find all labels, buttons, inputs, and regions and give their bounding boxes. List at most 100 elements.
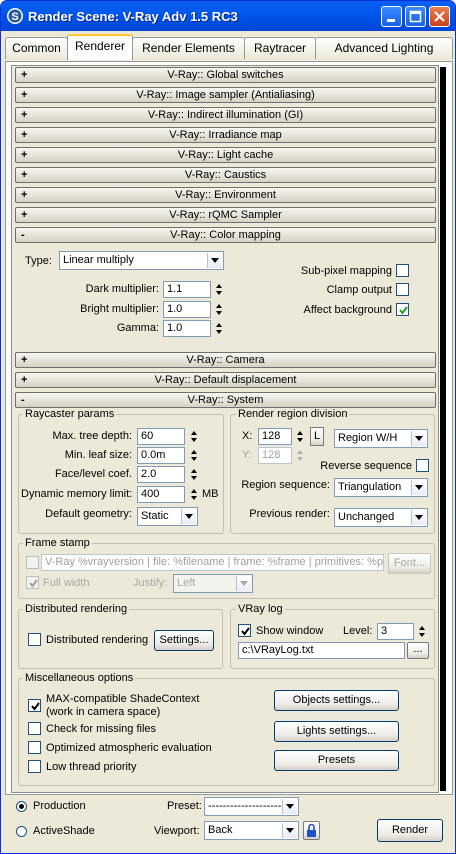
clamp-output-label: Clamp output <box>326 284 392 296</box>
max-tree-depth-label: Max. tree depth: <box>52 430 133 442</box>
rollout-irradiance-map[interactable]: + V-Ray:: Irradiance map <box>15 127 436 143</box>
render-button[interactable]: Render <box>377 819 443 842</box>
log-path-input[interactable]: c:\VRayLog.txt <box>238 642 405 659</box>
previous-render-label: Previous render: <box>249 508 330 520</box>
presets-button[interactable]: Presets <box>274 750 399 771</box>
rollout-camera[interactable]: + V-Ray:: Camera <box>15 352 436 368</box>
region-sequence-label: Region sequence: <box>241 479 330 491</box>
checkmark-icon <box>241 627 250 636</box>
log-browse-button[interactable]: ... <box>407 642 429 659</box>
region-x-spinner[interactable] <box>295 428 305 445</box>
rollout-environment[interactable]: + V-Ray:: Environment <box>15 187 436 203</box>
max-compatible-sublabel: (work in camera space) <box>46 706 161 718</box>
gamma-spinner[interactable] <box>214 320 224 337</box>
rollout-default-displacement[interactable]: + V-Ray:: Default displacement <box>15 372 436 388</box>
chevron-down-icon <box>411 480 426 495</box>
affect-background-checkbox[interactable] <box>396 303 409 316</box>
scrollbar-thumb[interactable] <box>440 67 446 791</box>
distributed-settings-button[interactable]: Settings... <box>154 630 214 651</box>
frame-stamp-text-input[interactable]: V-Ray %vrayversion | file: %filename | f… <box>41 554 384 571</box>
tab-common[interactable]: Common <box>5 37 68 59</box>
rollout-title: V-Ray:: Indirect illumination (GI) <box>147 109 304 121</box>
region-x-input[interactable]: 128 <box>258 428 292 445</box>
min-leaf-size-spinner[interactable] <box>189 447 199 464</box>
face-level-coef-spinner[interactable] <box>189 466 199 483</box>
minimize-icon <box>387 19 395 22</box>
justify-dropdown[interactable]: Left <box>173 574 253 593</box>
type-dropdown[interactable]: Linear multiply <box>59 251 224 270</box>
justify-value: Left <box>177 577 196 589</box>
viewport-dropdown[interactable]: Back <box>204 821 299 840</box>
rollout-light-cache[interactable]: + V-Ray:: Light cache <box>15 147 436 163</box>
max-tree-depth-input[interactable]: 60 <box>137 428 185 445</box>
default-geometry-dropdown[interactable]: Static <box>137 507 198 526</box>
tab-advanced-lighting[interactable]: Advanced Lighting <box>315 37 453 59</box>
frame-stamp-checkbox[interactable] <box>26 556 39 569</box>
rollout-title: V-Ray:: System <box>187 394 264 406</box>
lock-button[interactable]: L <box>310 427 324 446</box>
rollout-global-switches[interactable]: + V-Ray:: Global switches <box>15 67 436 83</box>
dynamic-memory-limit-spinner[interactable] <box>189 486 199 503</box>
preset-dropdown[interactable]: ------------------------ <box>204 797 299 816</box>
rollout-color-mapping[interactable]: - V-Ray:: Color mapping <box>15 227 436 243</box>
low-thread-priority-checkbox[interactable] <box>28 760 41 773</box>
show-window-checkbox[interactable] <box>238 624 251 637</box>
log-level-input[interactable]: 3 <box>377 623 414 640</box>
gamma-input[interactable]: 1.0 <box>163 320 211 337</box>
tab-render-elements[interactable]: Render Elements <box>132 37 245 59</box>
region-mode-dropdown[interactable]: Region W/H <box>334 429 428 448</box>
font-button[interactable]: Font... <box>388 553 431 574</box>
full-width-checkbox[interactable] <box>26 576 39 589</box>
distributed-rendering-checkbox[interactable] <box>28 633 41 646</box>
optimized-atmospheric-checkbox[interactable] <box>28 741 41 754</box>
max-compatible-label: MAX-compatible ShadeContext <box>46 693 200 705</box>
miscellaneous-options-title: Miscellaneous options <box>23 672 136 685</box>
face-level-coef-label: Face/level coef. <box>54 468 132 480</box>
bright-multiplier-spinner[interactable] <box>214 301 224 318</box>
vray-log-title: VRay log <box>236 603 285 616</box>
lock-viewport-button[interactable] <box>303 821 320 840</box>
rollout-rqmc-sampler[interactable]: + V-Ray:: rQMC Sampler <box>15 207 436 223</box>
maximize-button[interactable] <box>405 6 426 27</box>
check-missing-files-checkbox[interactable] <box>28 722 41 735</box>
rollout-title: V-Ray:: Image sampler (Antialiasing) <box>136 89 315 101</box>
app-icon: S <box>6 7 24 25</box>
face-level-coef-input[interactable]: 2.0 <box>137 466 185 483</box>
log-level-spinner[interactable] <box>417 623 427 640</box>
tab-raytracer[interactable]: Raytracer <box>244 37 316 59</box>
rollout-title: V-Ray:: Color mapping <box>170 229 281 241</box>
activeshade-radio[interactable] <box>16 826 27 837</box>
render-region-division-title: Render region division <box>236 408 350 421</box>
activeshade-label: ActiveShade <box>33 825 95 837</box>
sub-pixel-mapping-checkbox[interactable] <box>396 264 409 277</box>
objects-settings-button[interactable]: Objects settings... <box>274 690 399 711</box>
dynamic-memory-limit-input[interactable]: 400 <box>137 486 185 503</box>
justify-label: Justify: <box>133 577 168 589</box>
dark-multiplier-input[interactable]: 1.1 <box>163 281 211 298</box>
title-bar[interactable]: S Render Scene: V-Ray Adv 1.5 RC3 <box>1 1 455 31</box>
region-y-input[interactable]: 128 <box>258 447 292 464</box>
close-button[interactable] <box>429 6 450 27</box>
checkmark-icon <box>29 579 38 588</box>
minimize-button[interactable] <box>381 6 402 27</box>
dark-multiplier-spinner[interactable] <box>214 281 224 298</box>
rollout-indirect-illumination[interactable]: + V-Ray:: Indirect illumination (GI) <box>15 107 436 123</box>
bright-multiplier-input[interactable]: 1.0 <box>163 301 211 318</box>
rollout-title: V-Ray:: Environment <box>175 189 276 201</box>
lights-settings-button[interactable]: Lights settings... <box>274 721 399 742</box>
production-radio[interactable] <box>16 801 27 812</box>
tab-renderer[interactable]: Renderer <box>67 34 133 60</box>
rollout-title: V-Ray:: Global switches <box>167 69 284 81</box>
max-tree-depth-spinner[interactable] <box>189 428 199 445</box>
reverse-sequence-checkbox[interactable] <box>416 459 429 472</box>
rollout-caustics[interactable]: + V-Ray:: Caustics <box>15 167 436 183</box>
region-sequence-dropdown[interactable]: Triangulation <box>334 478 428 497</box>
previous-render-dropdown[interactable]: Unchanged <box>334 508 428 527</box>
rollout-image-sampler[interactable]: + V-Ray:: Image sampler (Antialiasing) <box>15 87 436 103</box>
min-leaf-size-input[interactable]: 0.0m <box>137 447 185 464</box>
max-compatible-checkbox[interactable] <box>28 699 41 712</box>
clamp-output-checkbox[interactable] <box>396 283 409 296</box>
region-x-label: X: <box>242 430 253 442</box>
checkmark-icon <box>399 306 408 315</box>
rollout-system[interactable]: - V-Ray:: System <box>15 392 436 408</box>
